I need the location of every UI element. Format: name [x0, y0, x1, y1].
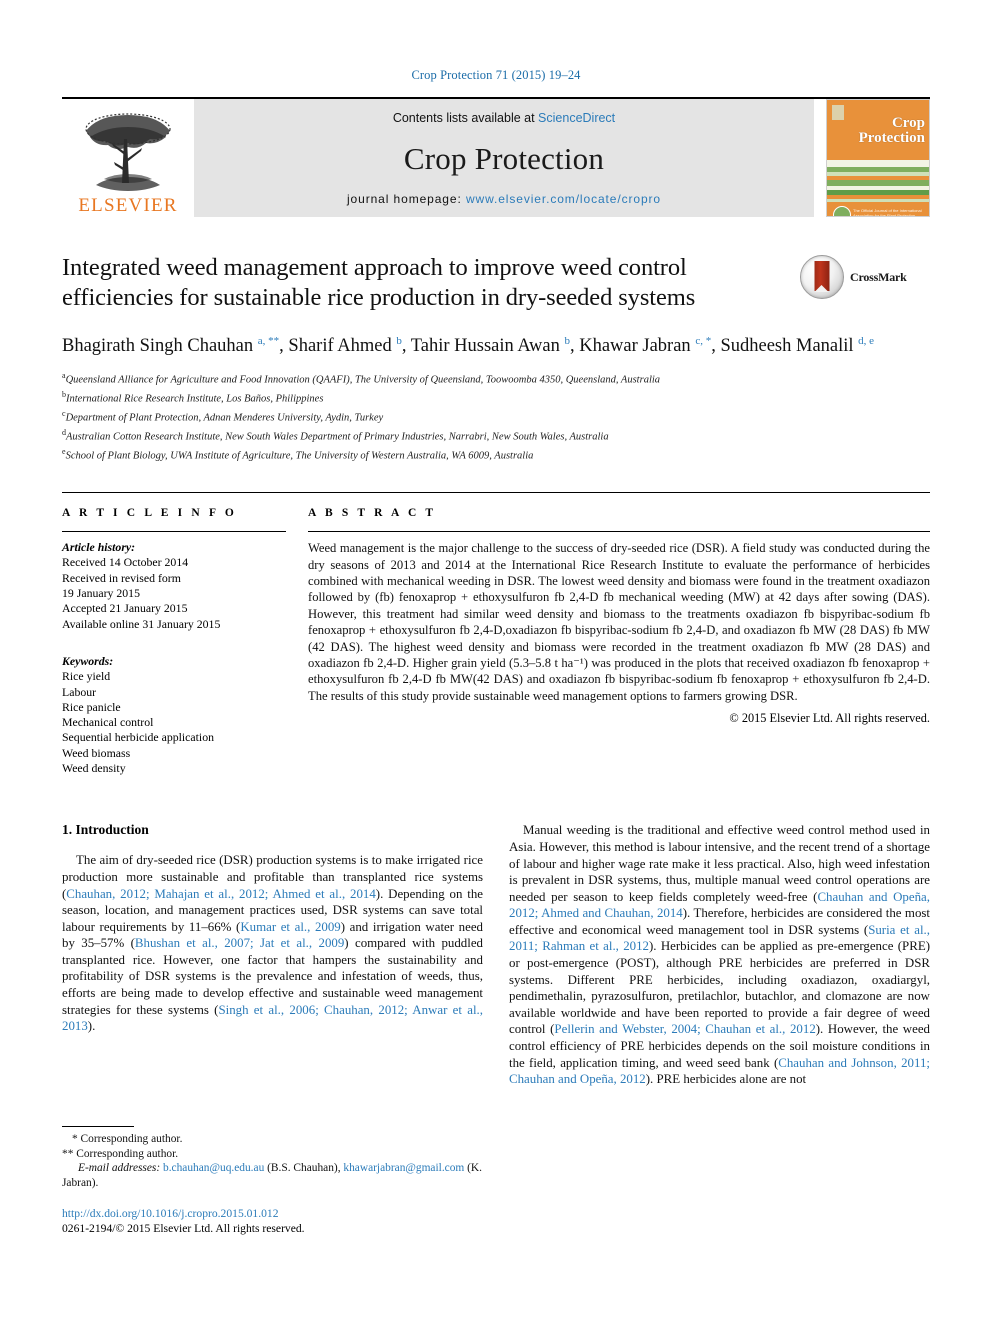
title-main: Integrated weed management approach to i…: [62, 253, 800, 313]
affiliation-item: dAustralian Cotton Research Institute, N…: [62, 428, 609, 443]
footnote-corresponding-2: ** Corresponding author.: [62, 1147, 179, 1160]
keyword-item: Mechanical control: [62, 715, 154, 730]
masthead-center: Contents lists available at ScienceDirec…: [194, 99, 814, 217]
article-history-line: Available online 31 January 2015: [62, 616, 221, 631]
cover-elsevier-mark-icon: [832, 105, 844, 120]
journal-title: Crop Protection: [403, 140, 605, 176]
email-owner-1: (B.S. Chauhan),: [267, 1162, 341, 1175]
doi-link[interactable]: http://dx.doi.org/10.1016/j.cropro.2015.…: [62, 1206, 494, 1221]
email-link-1[interactable]: b.chauhan@uq.edu.au: [163, 1162, 264, 1174]
intro-paragraph-right: Manual weeding is the traditional and ef…: [509, 823, 930, 1087]
abstract-text: Weed management is the major challenge t…: [308, 541, 930, 703]
title-block: Integrated weed management approach to i…: [62, 253, 930, 313]
article-info-divider: [62, 531, 286, 533]
elsevier-wordmark: ELSEVIER: [78, 195, 178, 216]
crossmark-label: CrossMark: [850, 269, 907, 284]
affiliation-item: cDepartment of Plant Protection, Adnan M…: [62, 409, 384, 424]
cover-stripe: [827, 160, 929, 168]
author-list: Bhagirath Singh Chauhan a, **, Sharif Ah…: [62, 335, 875, 357]
elsevier-logo: ELSEVIER: [62, 99, 194, 217]
affiliation-label: e: [62, 447, 66, 457]
article-info-heading: A R T I C L E I N F O: [62, 507, 237, 520]
affiliation-item: eSchool of Plant Biology, UWA Institute …: [62, 447, 534, 462]
info-abstract-panel: A R T I C L E I N F O Article history: R…: [62, 492, 930, 776]
footnote-emails: E-mail addresses: b.chauhan@uq.edu.au (B…: [62, 1161, 494, 1190]
cover-footer-text: The Official Journal of the Internationa…: [853, 208, 922, 217]
keyword-item: Weed biomass: [62, 745, 131, 760]
issn-copyright-line: 0261-2194/© 2015 Elsevier Ltd. All right…: [62, 1222, 305, 1236]
section-heading-introduction: 1. Introduction: [62, 822, 149, 838]
keyword-item: Rice panicle: [62, 699, 121, 714]
email-addresses-label: E-mail addresses:: [78, 1162, 161, 1175]
affiliation-item: bInternational Rice Research Institute, …: [62, 390, 324, 405]
abstract-copyright: © 2015 Elsevier Ltd. All rights reserved…: [729, 711, 930, 726]
doi-block: http://dx.doi.org/10.1016/j.cropro.2015.…: [62, 1206, 494, 1236]
crossmark-badge[interactable]: CrossMark: [800, 253, 930, 299]
running-head: Crop Protection 71 (2015) 19–24: [411, 68, 581, 82]
journal-cover-thumbnail[interactable]: Crop Protection The Official Journal of …: [826, 99, 930, 217]
cover-title-line-1: Crop: [891, 115, 925, 131]
keywords-block: Keywords: Rice yield Labour Rice panicle Me…: [62, 654, 286, 776]
cover-top: Crop Protection: [827, 100, 929, 161]
article-history: Article history: Received 14 October 201…: [62, 540, 286, 632]
journal-article-page: Crop Protection 71 (2015) 19–24 ELSEVIER: [0, 0, 992, 1323]
keyword-item: Labour: [62, 684, 97, 699]
keyword-item: Rice yield: [62, 669, 111, 684]
abstract-heading: A B S T R A C T: [308, 507, 437, 520]
article-history-label: Article history:: [62, 540, 136, 555]
crossmark-icon: [800, 255, 844, 299]
article-info-column: A R T I C L E I N F O Article history: R…: [62, 507, 308, 776]
affiliation-item: aQueensland Alliance for Agriculture and…: [62, 371, 661, 386]
keyword-lines: Rice yield Labour Rice panicle Mechanical c…: [62, 669, 286, 776]
sciencedirect-link[interactable]: ScienceDirect: [538, 111, 615, 125]
cover-title: Crop Protection: [859, 116, 925, 146]
affiliation-label: c: [62, 409, 66, 419]
journal-homepage-line: journal homepage: www.elsevier.com/locat…: [347, 192, 661, 206]
affiliation-label: d: [62, 428, 66, 438]
body-column-right: Manual weeding is the traditional and ef…: [509, 822, 930, 1090]
keyword-item: Weed density: [62, 761, 126, 776]
cover-bottom: The Official Journal of the Internationa…: [827, 202, 929, 216]
article-history-line: 19 January 2015: [62, 586, 140, 601]
affiliation-label: a: [62, 371, 66, 381]
journal-masthead: ELSEVIER Contents lists available at Sci…: [62, 97, 930, 217]
article-history-lines: Received 14 October 2014 Received in revi…: [62, 555, 286, 631]
elsevier-tree-icon: [85, 113, 171, 191]
journal-homepage-link[interactable]: www.elsevier.com/locate/cropro: [466, 192, 661, 206]
article-history-line: Accepted 21 January 2015: [62, 601, 188, 616]
email-link-2[interactable]: khawarjabran@gmail.com: [343, 1162, 464, 1174]
homepage-prefix: journal homepage:: [346, 192, 466, 206]
affiliation-label: b: [62, 390, 66, 400]
cover-stripes: [827, 160, 929, 216]
footnote-block: * Corresponding author. ** Corresponding…: [62, 1126, 494, 1236]
affiliation-list: aQueensland Alliance for Agriculture and…: [62, 369, 930, 464]
body-columns: 1. Introduction The aim of dry-seeded ri…: [62, 822, 930, 1090]
body-column-left: 1. Introduction The aim of dry-seeded ri…: [62, 822, 483, 1090]
article-history-line: Received in revised form: [62, 570, 181, 585]
crossmark-ribbon-icon: [814, 261, 830, 292]
footnote-corresponding-1: * Corresponding author.: [72, 1133, 183, 1145]
keywords-label: Keywords:: [62, 653, 114, 668]
abstract-column: A B S T R A C T Weed management is the m…: [308, 507, 930, 776]
article-history-line: Received 14 October 2014: [62, 555, 189, 570]
footnote-divider: [62, 1126, 134, 1127]
cover-association-badge-icon: [833, 206, 851, 216]
abstract-divider: [308, 531, 930, 533]
page-title: Integrated weed management approach to i…: [62, 254, 696, 311]
contents-prefix: Contents lists available at: [392, 111, 539, 125]
keyword-item: Sequential herbicide application: [62, 730, 214, 745]
cover-title-line-2: Protection: [858, 130, 925, 146]
contents-available-line: Contents lists available at ScienceDirec…: [393, 111, 615, 125]
intro-paragraph-left: The aim of dry-seeded rice (DSR) product…: [62, 853, 484, 1034]
